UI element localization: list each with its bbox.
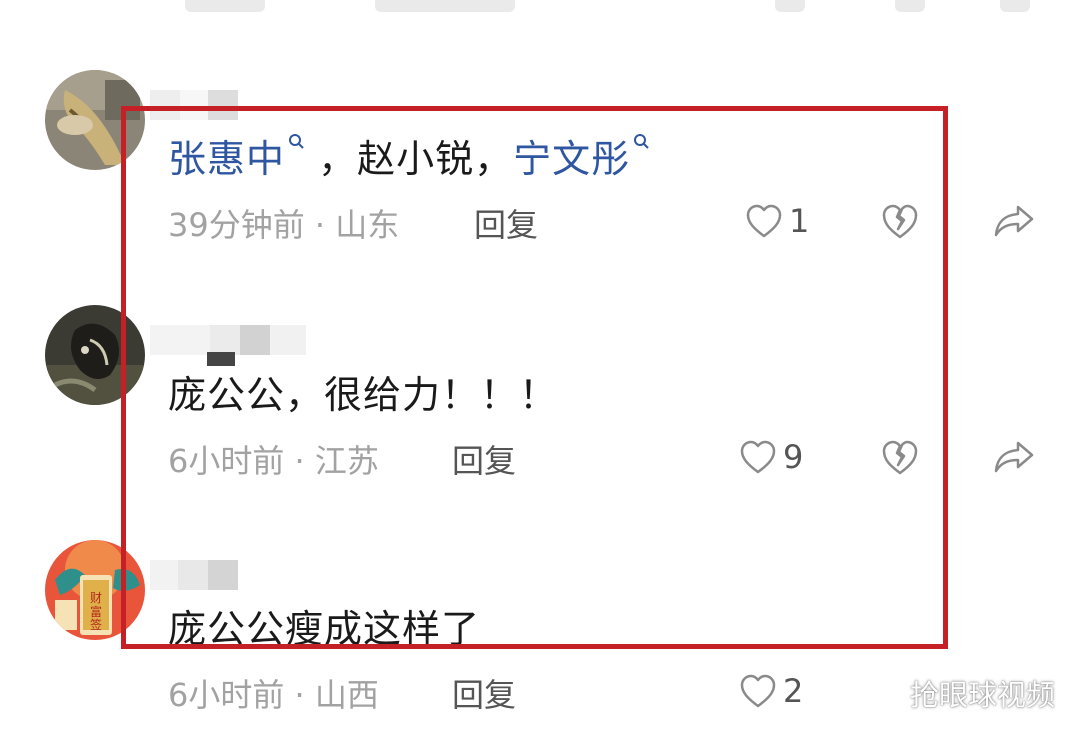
previous-comment-remnant <box>895 0 925 12</box>
wechat-icon <box>866 678 903 707</box>
svg-text:签: 签 <box>90 617 102 632</box>
svg-text:财: 财 <box>90 591 102 605</box>
share-arrow-icon <box>994 205 1034 237</box>
share-button[interactable] <box>992 437 1036 477</box>
share-button[interactable] <box>992 201 1036 241</box>
previous-comment-remnant <box>1000 0 1030 12</box>
watermark-text: 抢眼球视频 <box>910 678 1056 712</box>
previous-comment-remnant <box>375 0 515 12</box>
like-count: 2 <box>783 672 804 710</box>
share-arrow-icon <box>994 441 1034 473</box>
comment-meta: 6小时前 · 山西 <box>168 676 379 714</box>
previous-comment-remnant <box>775 0 805 12</box>
watermark: 抢眼球视频 <box>866 673 1055 713</box>
svg-text:富: 富 <box>90 604 102 619</box>
highlight-box <box>121 106 948 649</box>
previous-comment-remnant <box>185 0 265 12</box>
like-button[interactable]: 2 <box>739 671 803 711</box>
reply-button[interactable]: 回复 <box>452 670 516 716</box>
heart-outline-icon <box>740 674 776 708</box>
